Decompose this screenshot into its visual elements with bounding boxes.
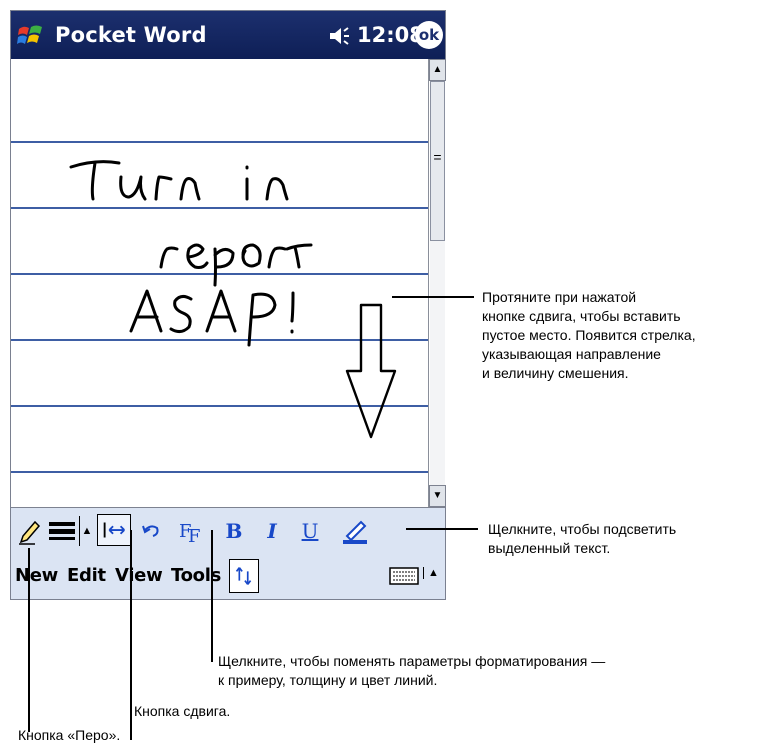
underline-button[interactable]: U	[297, 516, 323, 546]
clock[interactable]: 12:08	[357, 23, 424, 47]
ink-asap	[129, 289, 295, 347]
undo-icon[interactable]	[139, 516, 163, 546]
input-panel-arrow[interactable]: ▲	[423, 567, 439, 579]
ok-button[interactable]: ok	[415, 21, 443, 49]
callout-pen-button-text: Кнопка «Перо».	[18, 727, 121, 743]
document-area[interactable]	[11, 59, 428, 507]
menu-bar: New Edit View Tools ▲	[11, 553, 445, 599]
callout-line-pen-button-v	[28, 548, 30, 732]
title-bar: Pocket Word 12:08 ok	[11, 11, 445, 59]
bold-button[interactable]: B	[221, 516, 247, 546]
keyboard-icon[interactable]	[389, 565, 419, 587]
ink-report	[159, 243, 313, 287]
vertical-scrollbar[interactable]: ▲ = ▼	[428, 59, 446, 507]
pocket-word-screen: Pocket Word 12:08 ok ▲ = ▼ ▲ F F B I U N…	[10, 10, 446, 600]
menu-view[interactable]: View	[115, 565, 163, 586]
ink-space-arrow	[345, 303, 397, 439]
pen-icon[interactable]	[17, 516, 41, 546]
callout-line-text: Протяните при нажатой	[482, 289, 637, 305]
svg-text:F: F	[188, 526, 201, 546]
scroll-up-button[interactable]: ▲	[429, 59, 446, 81]
space-tool-icon[interactable]	[97, 514, 131, 546]
handwriting-ink	[69, 160, 397, 439]
callout-line-space-button-v	[130, 530, 132, 740]
callout-line-text: указывающая направление	[482, 346, 661, 362]
callout-line-text: выделенный текст.	[488, 540, 611, 556]
line-width-dropdown-arrow[interactable]: ▲	[79, 516, 94, 546]
callout-space-button-text: Кнопка сдвига.	[134, 703, 231, 719]
callout-line-text: кнопке сдвига, чтобы вставить	[482, 308, 681, 324]
callout-line-space	[392, 296, 474, 298]
callout-highlight-text: Щелкните, чтобы подсветить выделенный те…	[488, 520, 676, 558]
callout-line-text: Щелкните, чтобы поменять параметры форма…	[218, 653, 606, 669]
callout-line-text: к примеру, толщину и цвет линий.	[218, 672, 438, 688]
pen-toolbar: ▲ F F B I U	[11, 507, 445, 554]
callout-line-format-v	[211, 530, 213, 662]
ink-turn-in	[69, 160, 289, 201]
speaker-icon[interactable]	[327, 25, 351, 47]
italic-button[interactable]: I	[259, 516, 285, 546]
toggle-toolbar-icon[interactable]	[229, 559, 259, 593]
line-width-icon[interactable]	[47, 516, 77, 546]
callout-line-highlight	[406, 528, 478, 530]
menu-new[interactable]: New	[15, 565, 58, 586]
menu-tools[interactable]: Tools	[171, 565, 221, 586]
callout-line-text: пустое место. Появится стрелка,	[482, 327, 696, 343]
scroll-thumb[interactable]: =	[430, 81, 445, 241]
callout-line-text: Щелкните, чтобы подсветить	[488, 521, 677, 537]
start-menu-icon[interactable]	[17, 21, 45, 49]
scroll-track[interactable]: =	[430, 81, 445, 485]
menu-edit[interactable]: Edit	[67, 565, 106, 586]
callout-space-text: Протяните при нажатой кнопке сдвига, что…	[482, 288, 696, 383]
callout-format-text: Щелкните, чтобы поменять параметры форма…	[218, 652, 605, 690]
format-icon[interactable]: F F	[175, 516, 205, 546]
scroll-down-button[interactable]: ▼	[429, 485, 446, 507]
callout-line-text: и величину смешения.	[482, 365, 629, 381]
highlighter-icon[interactable]	[341, 516, 371, 546]
app-title: Pocket Word	[55, 23, 207, 47]
